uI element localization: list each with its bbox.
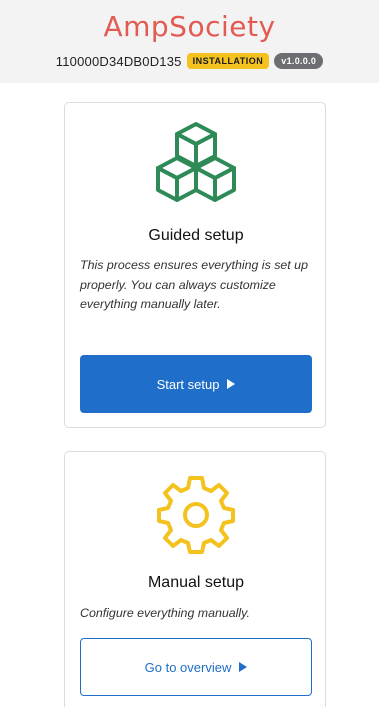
version-badge: v1.0.0.0 [274, 53, 324, 69]
play-icon [227, 379, 236, 389]
guided-setup-card: Guided setup This process ensures everyt… [64, 102, 326, 428]
device-id: 110000D34DB0D135 [55, 53, 182, 69]
app-header: AmpSociety 110000D34DB0D135 INSTALLATION… [0, 0, 379, 83]
brand-logo: AmpSociety [103, 10, 276, 43]
cubes-icon [65, 121, 327, 205]
device-info-row: 110000D34DB0D135 INSTALLATION v1.0.0.0 [0, 53, 379, 69]
manual-setup-card: Manual setup Configure everything manual… [64, 451, 326, 707]
gear-icon [65, 471, 327, 559]
manual-setup-title: Manual setup [147, 574, 245, 591]
status-badge: INSTALLATION [186, 53, 270, 69]
play-icon [239, 662, 248, 672]
go-to-overview-button[interactable]: Go to overview [80, 638, 312, 696]
go-to-overview-label: Go to overview [144, 659, 232, 675]
start-setup-label: Start setup [156, 376, 220, 392]
manual-setup-description: Configure everything manually. [80, 606, 250, 620]
guided-setup-description: This process ensures everything is set u… [80, 258, 308, 311]
guided-setup-title: Guided setup [148, 227, 244, 244]
start-setup-button[interactable]: Start setup [80, 355, 312, 413]
